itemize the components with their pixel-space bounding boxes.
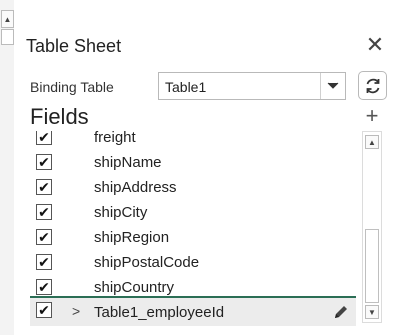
refresh-icon	[366, 78, 379, 93]
list-item[interactable]: ✔ shipAddress	[30, 175, 356, 200]
chevron-down-icon[interactable]	[320, 73, 345, 99]
scroll-thumb[interactable]	[365, 229, 379, 303]
field-checkbox[interactable]: ✔	[36, 154, 52, 170]
pencil-icon[interactable]	[332, 303, 350, 321]
fields-heading: Fields	[30, 104, 89, 129]
scroll-thumb[interactable]	[1, 29, 14, 45]
list-item[interactable]: ✔ shipName	[30, 150, 356, 175]
field-label: shipPostalCode	[94, 254, 200, 271]
outer-scrollbar[interactable]: ▲	[0, 0, 15, 335]
list-item[interactable]: ✔ shipPostalCode	[30, 250, 356, 275]
field-label: shipCountry	[94, 279, 175, 296]
field-label: Table1_employeeId	[94, 304, 225, 321]
table-sheet-panel: Table Sheet ✕ Binding Table Table1 Field…	[14, 0, 412, 335]
fields-scrollbar[interactable]: ▲ ▼	[362, 131, 382, 323]
field-label: freight	[94, 131, 136, 146]
field-label: shipRegion	[94, 229, 170, 246]
refresh-button[interactable]	[358, 71, 387, 100]
scroll-up-arrow-icon[interactable]: ▲	[1, 10, 14, 28]
binding-table-value: Table1	[165, 79, 207, 95]
relation-field-row[interactable]: ✔ > Table1_employeeId	[30, 296, 356, 326]
list-item[interactable]: ✔ shipCity	[30, 200, 356, 225]
field-checkbox[interactable]: ✔	[36, 279, 52, 295]
field-label: shipName	[94, 154, 162, 171]
close-button[interactable]: ✕	[364, 34, 386, 56]
list-item[interactable]: ✔ shipRegion	[30, 225, 356, 250]
list-item[interactable]: ✔ freight	[30, 131, 356, 150]
field-checkbox[interactable]: ✔	[36, 254, 52, 270]
binding-table-label: Binding Table	[30, 79, 114, 95]
fields-list: ✔ freight ✔ shipName ✔ shipAddress ✔ shi…	[30, 131, 356, 335]
field-checkbox[interactable]: ✔	[36, 302, 52, 318]
add-field-button[interactable]: +	[362, 103, 382, 128]
scroll-up-icon[interactable]: ▲	[365, 135, 379, 149]
close-icon: ✕	[365, 32, 385, 57]
field-checkbox[interactable]: ✔	[36, 131, 52, 145]
field-checkbox[interactable]: ✔	[36, 229, 52, 245]
binding-table-select[interactable]: Table1	[158, 72, 346, 100]
plus-icon: +	[365, 103, 379, 128]
field-checkbox[interactable]: ✔	[36, 204, 52, 220]
field-checkbox[interactable]: ✔	[36, 179, 52, 195]
panel-title: Table Sheet	[26, 36, 122, 56]
field-label: shipAddress	[94, 179, 177, 196]
scroll-down-icon[interactable]: ▼	[365, 305, 379, 319]
chevron-right-icon[interactable]: >	[72, 303, 80, 319]
field-label: shipCity	[94, 204, 148, 221]
